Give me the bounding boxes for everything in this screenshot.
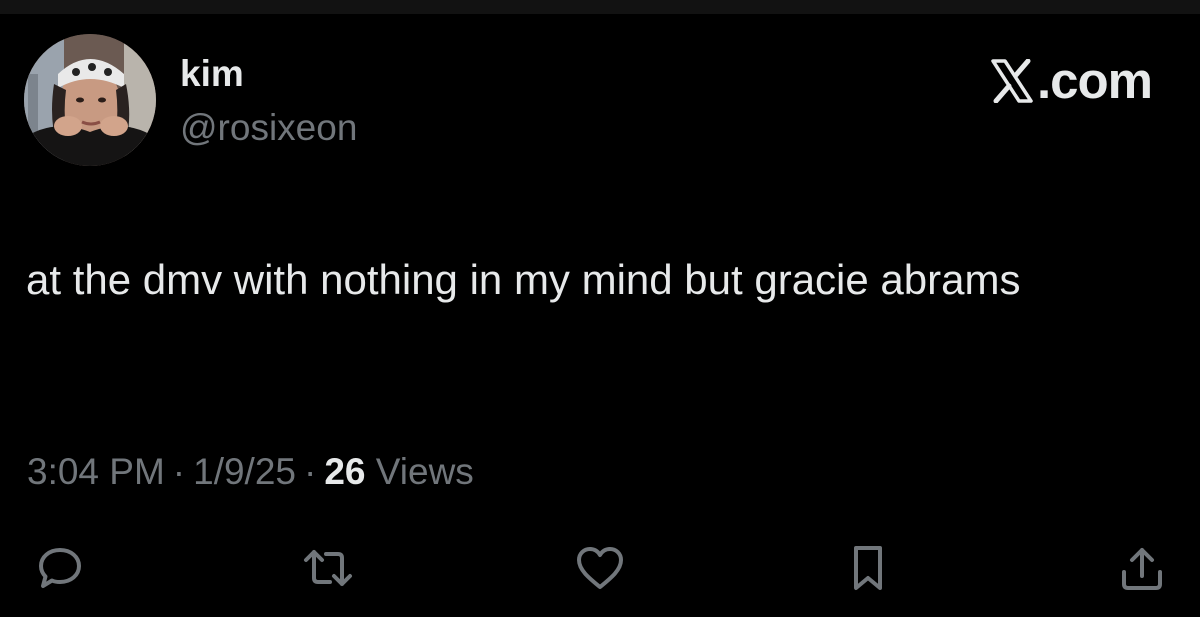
- repost-icon: [304, 550, 352, 586]
- tweet-date[interactable]: 1/9/25: [193, 451, 296, 492]
- share-button[interactable]: [1114, 540, 1170, 596]
- brand-logo: .com: [989, 52, 1153, 109]
- heart-icon: [577, 547, 623, 589]
- bookmark-icon: [854, 546, 882, 590]
- tweet-meta: 3:04 PM · 1/9/25 · 26 Views: [27, 450, 474, 494]
- top-strip: [0, 0, 1200, 14]
- tweet-time[interactable]: 3:04 PM: [27, 451, 165, 492]
- x-logo-icon: [991, 59, 1033, 103]
- like-button[interactable]: [572, 540, 628, 596]
- bookmark-button[interactable]: [840, 540, 896, 596]
- tweet-text: at the dmv with nothing in my mind but g…: [26, 256, 1021, 303]
- display-name[interactable]: kim: [180, 52, 244, 96]
- meta-separator: ·: [172, 451, 186, 492]
- meta-separator: ·: [304, 451, 317, 492]
- views-label: Views: [375, 451, 474, 492]
- repost-button[interactable]: [300, 540, 356, 596]
- action-bar: [0, 540, 1200, 600]
- avatar[interactable]: [24, 34, 156, 166]
- reply-icon: [39, 548, 81, 588]
- views-count: 26: [324, 451, 366, 492]
- handle[interactable]: @rosixeon: [180, 106, 357, 150]
- share-icon: [1122, 548, 1162, 590]
- reply-button[interactable]: [32, 540, 88, 596]
- avatar-image: [24, 34, 156, 166]
- brand-text: .com: [1036, 52, 1153, 109]
